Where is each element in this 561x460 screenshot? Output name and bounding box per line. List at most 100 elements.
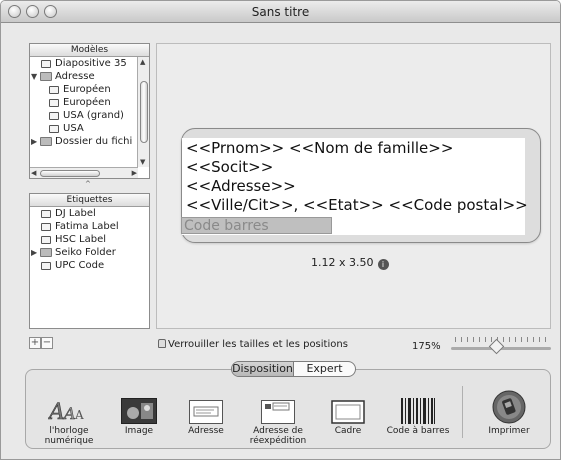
models-item-label: Européen [63,84,111,95]
label-line-city[interactable]: <<Ville/Cit>>, <<Etat>> <<Code postal>> [186,196,528,214]
add-button[interactable]: + [29,337,41,349]
models-horizontal-scrollbar[interactable]: ◀ ▶ [30,167,138,178]
tool-label: Imprimer [488,426,530,436]
models-hscroll-thumb[interactable] [40,170,100,177]
scroll-right-icon[interactable]: ▶ [132,169,137,177]
tool-palette: AAA l'horloge numérique Image Adresse Ad… [25,369,551,449]
clock-text-icon: AAA [34,390,104,424]
splitter-handle-icon[interactable]: ^ [85,180,91,188]
tool-frame[interactable]: Cadre [313,390,383,436]
label-line-name[interactable]: <<Prnom>> <<Nom de famille>> [186,139,453,157]
document-icon [41,60,51,68]
document-icon [41,236,51,244]
address-icon [171,390,241,424]
models-item-label: USA [63,123,84,134]
labels-item-label: DJ Label [55,208,96,219]
window-title: Sans titre [251,5,310,19]
tool-image[interactable]: Image [104,390,174,436]
label-line-address[interactable]: <<Adresse>> [186,177,296,195]
models-list[interactable]: Modèles Diapositive 35 ▼ Adresse Europée… [29,43,150,179]
label-dimensions: 1.12 x 3.50 i [311,256,389,270]
models-item-label: Diapositive 35 [55,58,127,69]
models-item-label: Européen [63,97,111,108]
tool-label: Adresse [188,426,224,436]
tool-clock-text[interactable]: AAA l'horloge numérique [34,390,104,446]
svg-text:A: A [74,408,84,422]
models-item[interactable]: USA (grand) [30,109,149,122]
tool-label: l'horloge numérique [44,426,94,446]
models-item-label: USA (grand) [63,110,124,121]
document-icon [49,125,59,133]
return-address-icon [243,390,313,424]
print-icon [474,390,544,424]
labels-list[interactable]: Etiquettes DJ Label Fatima Label HSC Lab… [29,193,150,329]
zoom-slider[interactable] [451,337,551,355]
zoom-level: 175% [412,341,441,352]
mode-segmented-control[interactable]: Disposition Expert [231,361,356,377]
document-icon [49,99,59,107]
lock-icon [158,339,166,348]
models-item-label: Adresse [55,71,95,82]
tab-expert[interactable]: Expert [294,362,355,376]
svg-text:A: A [62,404,76,423]
labels-item[interactable]: DJ Label [30,207,149,220]
labels-header: Etiquettes [30,194,149,207]
models-item[interactable]: Européen [30,96,149,109]
label-content[interactable]: <<Prnom>> <<Nom de famille>> <<Socit>> <… [181,138,528,235]
disclosure-closed-icon[interactable]: ▶ [31,246,37,259]
label-line-company[interactable]: <<Socit>> [186,158,273,176]
svg-text:A: A [48,400,65,424]
models-item[interactable]: Européen [30,83,149,96]
scroll-left-icon[interactable]: ◀ [31,169,36,177]
document-icon [41,223,51,231]
label-preview[interactable]: <<Prnom>> <<Nom de famille>> <<Socit>> <… [181,128,541,243]
models-item[interactable]: ▶ Dossier du fichi [30,135,149,148]
barcode-icon [383,390,453,424]
lock-text: Verrouiller les tailles et les positions [168,339,348,350]
tool-return-address[interactable]: Adresse de réexpédition [243,390,313,446]
info-icon[interactable]: i [377,259,389,270]
frame-icon [313,390,383,424]
tool-label: Image [124,426,154,436]
lock-sizes-toggle[interactable]: Verrouiller les tailles et les positions [158,339,348,350]
toolbar-divider [462,386,463,438]
labels-item-label: HSC Label [55,234,107,245]
tool-label: Adresse de réexpédition [249,426,307,446]
document-icon [41,210,51,218]
models-item[interactable]: USA [30,122,149,135]
scroll-up-icon[interactable]: ▲ [140,58,145,66]
dimensions-text: 1.12 x 3.50 [311,256,374,269]
tool-label: Cadre [334,426,362,436]
tool-label: Code à barres [386,426,450,436]
document-icon [49,86,59,94]
scroll-down-icon[interactable]: ▼ [140,158,145,166]
barcode-placeholder[interactable]: Code barres [181,217,332,234]
disclosure-open-icon[interactable]: ▼ [31,70,37,83]
image-icon [104,390,174,424]
models-item-label: Dossier du fichi [55,136,133,147]
document-icon [41,262,51,270]
models-header: Modèles [30,44,149,57]
document-icon [49,112,59,120]
models-vscroll-thumb[interactable] [140,81,148,143]
tool-barcode[interactable]: Code à barres [383,390,453,436]
folder-icon [40,72,52,81]
tool-print[interactable]: Imprimer [474,390,544,436]
labels-item-label: Fatima Label [55,221,119,232]
remove-button[interactable]: − [41,337,53,349]
models-item[interactable]: Diapositive 35 [30,57,149,70]
labels-item[interactable]: Fatima Label [30,220,149,233]
labels-item-label: UPC Code [55,260,105,271]
title-bar: Sans titre [1,1,560,23]
labels-item[interactable]: UPC Code [30,259,149,272]
labels-item[interactable]: ▶ Seiko Folder [30,246,149,259]
tool-address[interactable]: Adresse [171,390,241,436]
app-window: Sans titre Modèles Diapositive 35 ▼ Adre… [0,0,561,460]
models-vertical-scrollbar[interactable]: ▲ ▼ [137,57,149,167]
folder-icon [40,248,52,257]
tab-disposition[interactable]: Disposition [232,362,294,376]
left-panel: Modèles Diapositive 35 ▼ Adresse Europée… [29,43,150,329]
models-item[interactable]: ▼ Adresse [30,70,149,83]
labels-item[interactable]: HSC Label [30,233,149,246]
disclosure-closed-icon[interactable]: ▶ [31,135,37,148]
